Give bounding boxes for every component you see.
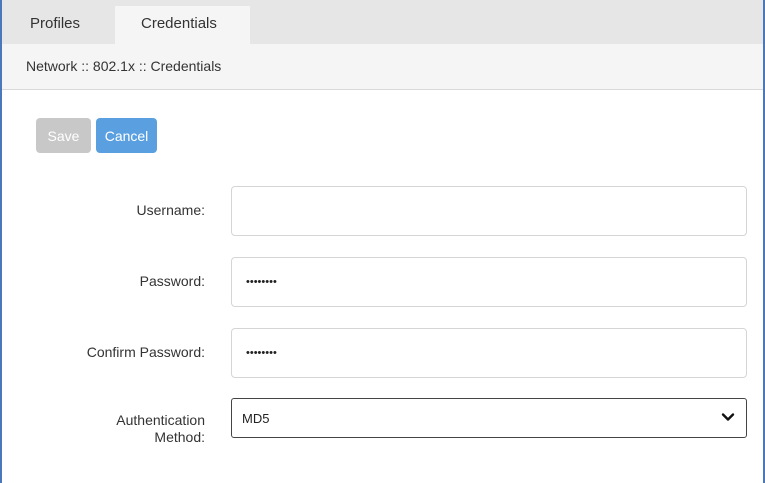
save-button[interactable]: Save: [36, 118, 91, 153]
tab-credentials-label: Credentials: [141, 15, 217, 32]
tab-profiles[interactable]: Profiles: [30, 6, 110, 44]
tab-credentials[interactable]: Credentials: [115, 6, 250, 44]
password-label: Password:: [139, 273, 205, 289]
credentials-panel: Profiles Credentials Network :: 802.1x :…: [0, 0, 765, 483]
username-field[interactable]: [231, 186, 747, 236]
username-label: Username:: [136, 202, 205, 218]
confirm-password-value: ••••••••: [246, 347, 277, 359]
confirm-password-field[interactable]: ••••••••: [231, 328, 747, 378]
password-field[interactable]: ••••••••: [231, 257, 747, 307]
auth-method-select[interactable]: MD5: [231, 398, 747, 438]
auth-method-label-line2: Method:: [154, 429, 205, 445]
breadcrumb: Network :: 802.1x :: Credentials: [2, 44, 763, 90]
auth-method-label-line1: Authentication: [116, 412, 205, 428]
chevron-down-icon: [720, 409, 736, 428]
tab-bar: Profiles Credentials: [2, 0, 763, 44]
confirm-password-label: Confirm Password:: [86, 344, 205, 360]
auth-method-label: Authentication Method:: [116, 412, 205, 446]
breadcrumb-text: Network :: 802.1x :: Credentials: [26, 58, 222, 74]
tab-profiles-label: Profiles: [30, 15, 81, 32]
password-value: ••••••••: [246, 276, 277, 288]
cancel-button[interactable]: Cancel: [96, 118, 157, 153]
auth-method-value: MD5: [242, 410, 270, 426]
